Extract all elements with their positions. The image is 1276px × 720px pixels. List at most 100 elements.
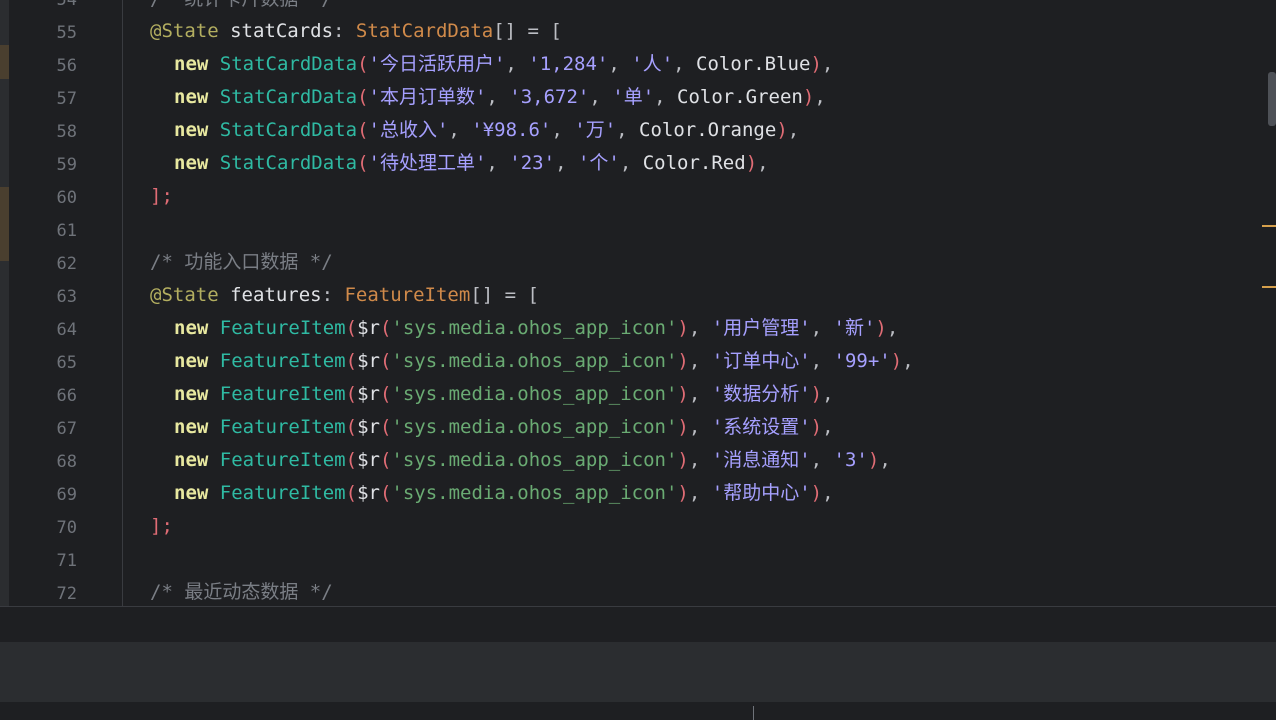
change-marker[interactable] <box>1262 225 1276 227</box>
paren: ) <box>875 317 887 339</box>
code-line-59[interactable]: new StatCardData('待处理工单', '23', '个', Col… <box>150 147 769 180</box>
line-number: 57 <box>56 88 77 109</box>
paren: ( <box>357 86 369 108</box>
paren: ) <box>890 350 903 372</box>
code-line-57[interactable]: new StatCardData('本月订单数', '3,672', '单', … <box>150 81 826 114</box>
code-line-72[interactable]: /* 最近动态数据 */ <box>150 576 333 606</box>
code-line-62[interactable]: /* 功能入口数据 */ <box>150 246 333 279</box>
string-label: '消息通知' <box>711 449 811 471</box>
line-number: 61 <box>56 220 77 241</box>
code-line-67[interactable]: new FeatureItem($r('sys.media.ohos_app_i… <box>150 411 834 444</box>
constructor-name: FeatureItem <box>219 416 346 438</box>
code-line-58[interactable]: new StatCardData('总收入', '¥98.6', '万', Co… <box>150 114 799 147</box>
line-number: 58 <box>56 121 77 142</box>
comma: , <box>814 86 826 108</box>
string-label: '本月订单数' <box>368 86 487 108</box>
comma: , <box>822 482 834 504</box>
comma: , <box>551 119 575 141</box>
resource-fn: $r <box>357 383 380 405</box>
feature-item-entry: new FeatureItem($r('sys.media.ohos_app_i… <box>150 317 898 339</box>
constructor-name: FeatureItem <box>219 449 346 471</box>
punct: [] = [ <box>470 284 539 306</box>
comma: , <box>448 119 472 141</box>
paren: ) <box>677 383 689 405</box>
status-divider <box>753 706 754 720</box>
line-number-row[interactable]: 71 <box>9 544 1259 577</box>
code-line-65[interactable]: new FeatureItem($r('sys.media.ohos_app_i… <box>150 345 914 378</box>
comma: , <box>688 317 712 339</box>
resource-path: 'sys.media.ohos_app_icon' <box>391 416 678 438</box>
constructor-name: FeatureItem <box>219 317 346 339</box>
line-number: 55 <box>56 22 77 43</box>
line-number-row[interactable]: 61 <box>9 214 1259 247</box>
keyword-new: new <box>174 416 209 438</box>
editor-left-strip <box>0 0 9 606</box>
comma: , <box>886 317 899 339</box>
comma: , <box>486 152 510 174</box>
line-number: 72 <box>56 583 77 604</box>
paren: ( <box>345 416 358 438</box>
paren: ) <box>867 449 880 471</box>
line-number-row[interactable]: 70 <box>9 511 1259 544</box>
comma: , <box>810 350 834 372</box>
vertical-scrollbar[interactable] <box>1266 0 1276 606</box>
paren: ( <box>379 350 392 372</box>
string-label: '数据分析' <box>711 383 811 405</box>
change-marker[interactable] <box>1262 286 1276 288</box>
code-line-56[interactable]: new StatCardData('今日活跃用户', '1,284', '人',… <box>150 48 833 81</box>
comma: , <box>673 53 697 75</box>
string-value: '¥98.6' <box>471 119 552 141</box>
feature-item-entry: new FeatureItem($r('sys.media.ohos_app_i… <box>150 482 834 504</box>
constructor-name: StatCardData <box>219 152 358 174</box>
keyword-new: new <box>174 350 209 372</box>
paren: ( <box>379 383 392 405</box>
feature-item-entry: new FeatureItem($r('sys.media.ohos_app_i… <box>150 383 834 405</box>
comma: , <box>486 86 510 108</box>
string-label: '待处理工单' <box>368 152 487 174</box>
paren: ( <box>345 383 358 405</box>
resource-fn: $r <box>357 317 380 339</box>
scrollbar-thumb[interactable] <box>1268 72 1276 126</box>
string-label: '总收入' <box>368 119 449 141</box>
code-line-70[interactable]: ]; <box>150 510 173 543</box>
string-value: '23' <box>509 152 556 174</box>
keyword-new: new <box>174 482 209 504</box>
stat-card-entry: new StatCardData('本月订单数', '3,672', '单', … <box>150 86 826 108</box>
keyword-new: new <box>174 383 209 405</box>
line-number: 59 <box>56 154 77 175</box>
comma: , <box>822 383 834 405</box>
code-line-64[interactable]: new FeatureItem($r('sys.media.ohos_app_i… <box>150 312 898 345</box>
code-line-66[interactable]: new FeatureItem($r('sys.media.ohos_app_i… <box>150 378 834 411</box>
code-editor[interactable]: 54 55 56 57 58 59 60 61 62 63 64 65 66 67 68 69 70 71 72 /… <box>0 0 1276 606</box>
keyword-new: new <box>174 119 209 141</box>
feature-item-entry: new FeatureItem($r('sys.media.ohos_app_i… <box>150 416 834 438</box>
code-line-55[interactable]: @State statCards: StatCardData[] = [ <box>150 15 562 48</box>
resource-fn: $r <box>357 449 380 471</box>
paren: ) <box>776 119 788 141</box>
comma: , <box>654 86 678 108</box>
code-line-54[interactable]: /* 统计卡片数据 */ <box>150 0 333 16</box>
paren: ( <box>379 449 392 471</box>
comma: , <box>822 416 834 438</box>
comma: , <box>810 317 834 339</box>
code-line-63[interactable]: @State features: FeatureItem[] = [ <box>150 279 539 312</box>
line-number-row[interactable]: 60 <box>9 181 1259 214</box>
comma: , <box>616 119 640 141</box>
code-line-69[interactable]: new FeatureItem($r('sys.media.ohos_app_i… <box>150 477 834 510</box>
code-line-68[interactable]: new FeatureItem($r('sys.media.ohos_app_i… <box>150 444 891 477</box>
code-line-60[interactable]: ]; <box>150 180 173 213</box>
resource-path: 'sys.media.ohos_app_icon' <box>391 449 678 471</box>
line-number: 65 <box>56 352 77 373</box>
stat-card-entry: new StatCardData('今日活跃用户', '1,284', '人',… <box>150 53 833 75</box>
string-label: '用户管理' <box>711 317 811 339</box>
identifier: statCards <box>218 20 334 42</box>
paren: ( <box>379 416 392 438</box>
resource-path: 'sys.media.ohos_app_icon' <box>391 482 678 504</box>
paren: ) <box>677 449 689 471</box>
punct: : <box>321 284 345 306</box>
comma: , <box>608 53 632 75</box>
